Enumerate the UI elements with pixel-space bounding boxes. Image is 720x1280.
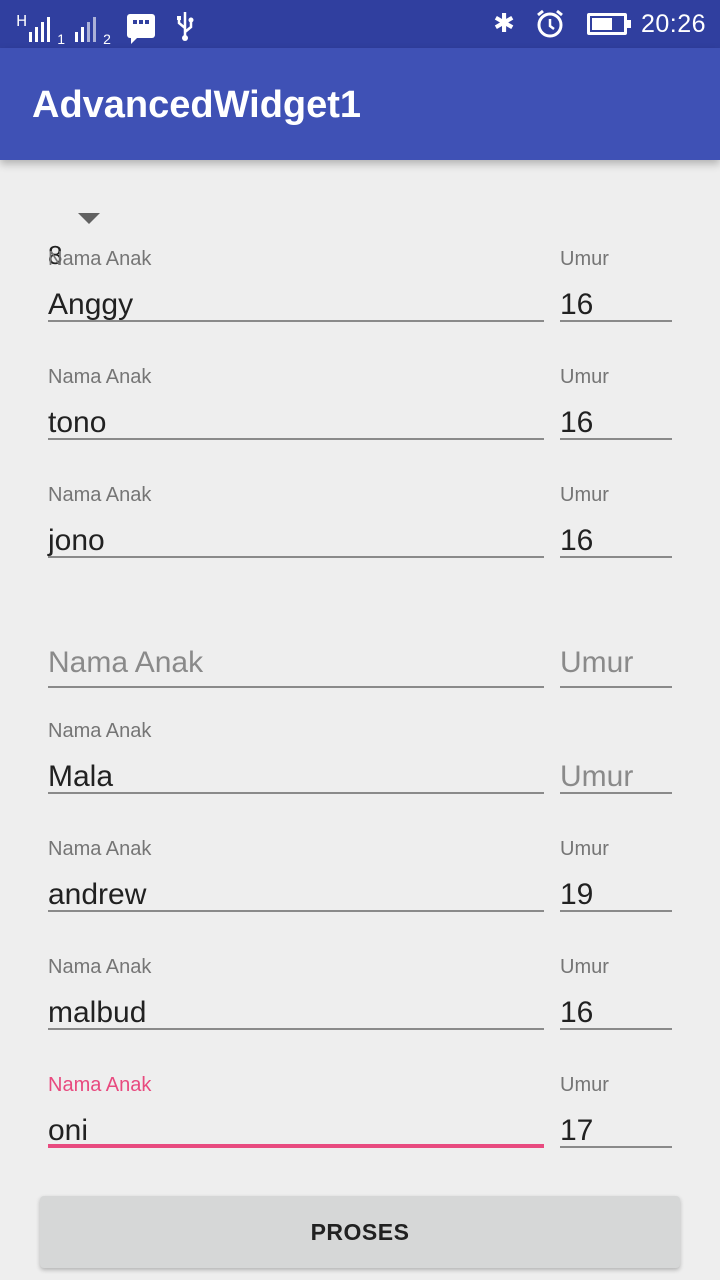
child-age-value: 16: [560, 996, 594, 1029]
network-type: H: [16, 12, 28, 30]
child-age-value: 16: [560, 288, 594, 321]
input-underline: [560, 910, 672, 912]
input-underline: [48, 438, 544, 440]
child-row: Nama Anak tono Umur 16: [0, 366, 720, 484]
child-name-value: oni: [48, 1114, 89, 1147]
child-name-label: Nama Anak: [48, 956, 152, 978]
child-name-value: tono: [48, 406, 107, 439]
input-underline: [48, 320, 544, 322]
dropdown-arrow-icon: [78, 212, 100, 224]
child-row: Nama Anak Anggy Umur 16: [0, 248, 720, 366]
battery-charging-icon: [586, 13, 631, 35]
child-age-value: 17: [560, 1114, 594, 1147]
alarm-icon: [537, 9, 563, 38]
app-bar: AdvancedWidget1: [0, 48, 720, 160]
child-age-placeholder: Umur: [560, 646, 634, 679]
child-age-label: Umur: [560, 366, 609, 388]
child-name-value: malbud: [48, 996, 147, 1029]
child-name-label: Nama Anak: [48, 720, 152, 742]
usb-icon: [176, 12, 194, 41]
child-row: Nama Anak andrew Umur 19: [0, 838, 720, 956]
child-name-label: Nama Anak: [48, 838, 152, 860]
bluetooth-icon: ✱: [493, 9, 515, 39]
child-name-label: Nama Anak: [48, 484, 152, 506]
child-name-value: jono: [48, 524, 105, 557]
input-underline: [48, 556, 544, 558]
child-age-value: 19: [560, 878, 594, 911]
input-underline: [560, 1028, 672, 1030]
input-underline: [560, 320, 672, 322]
sim1-label: 1: [57, 31, 66, 47]
child-row: Nama Anak Mala Umur: [0, 720, 720, 838]
input-underline: [48, 1028, 544, 1030]
input-underline: [560, 686, 672, 688]
child-name-value: Mala: [48, 760, 114, 793]
input-underline: [48, 910, 544, 912]
signal-icon-sim2: [75, 14, 99, 42]
child-age-label: Umur: [560, 956, 609, 978]
clock: 20:26: [640, 9, 706, 38]
input-underline: [48, 792, 544, 794]
input-underline: [48, 686, 544, 688]
child-name-label: Nama Anak: [48, 366, 152, 388]
sim2-label: 2: [103, 31, 111, 47]
child-age-label: Umur: [560, 248, 609, 270]
status-bar: H 1 2 ✱ 20:26: [0, 0, 720, 48]
child-name-value: Anggy: [48, 288, 134, 321]
app-title: AdvancedWidget1: [32, 84, 362, 126]
input-underline: [560, 438, 672, 440]
child-row: Nama Anak oni Umur 17: [0, 1074, 720, 1192]
input-underline: [560, 556, 672, 558]
child-age-label: Umur: [560, 484, 609, 506]
child-name-label: Nama Anak: [48, 248, 152, 270]
child-age-value: 16: [560, 406, 594, 439]
child-age-label: Umur: [560, 838, 609, 860]
count-spinner[interactable]: 8: [48, 200, 100, 270]
child-age-label: Umur: [560, 1074, 609, 1096]
input-underline: [560, 792, 672, 794]
bbm-icon: [126, 14, 155, 44]
child-row: Nama Anak jono Umur 16: [0, 484, 720, 602]
input-underline: [560, 1146, 672, 1148]
child-age-value: 16: [560, 524, 594, 557]
child-row: Nama Anak malbud Umur 16: [0, 956, 720, 1074]
child-name-placeholder: Nama Anak: [48, 646, 204, 679]
input-underline-focused: [48, 1144, 544, 1148]
signal-icon: H: [16, 14, 53, 42]
child-row: Nama Anak Umur: [0, 614, 720, 732]
child-name-value: andrew: [48, 878, 147, 911]
proses-button[interactable]: PROSES: [40, 1196, 680, 1268]
child-name-label: Nama Anak: [48, 1074, 152, 1096]
child-age-placeholder: Umur: [560, 760, 634, 793]
